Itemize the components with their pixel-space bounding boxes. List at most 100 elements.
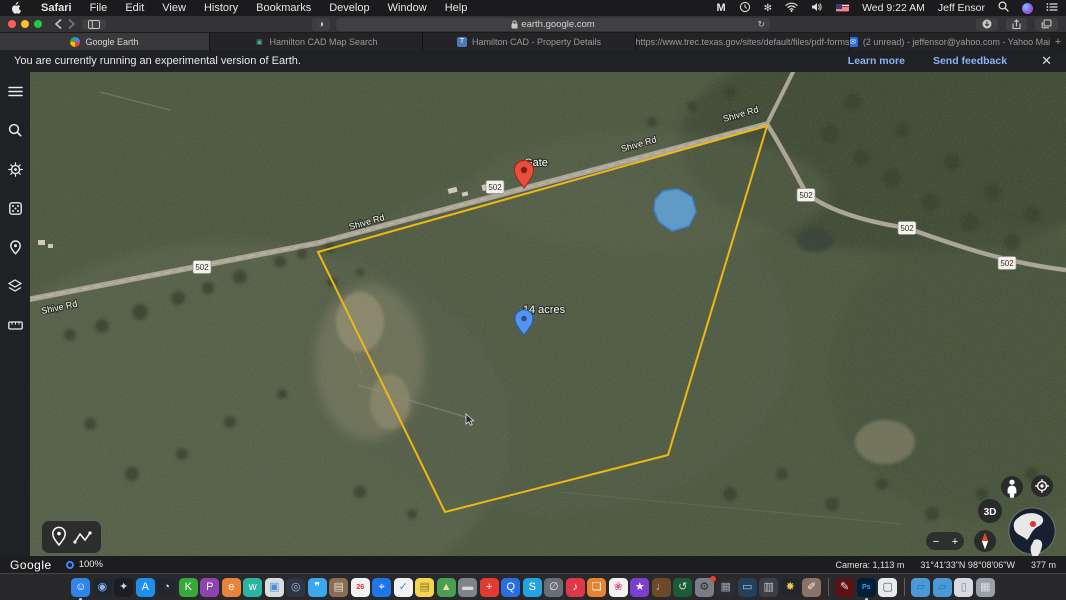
dock-no-sign-icon[interactable]: ∅ bbox=[544, 578, 563, 597]
spotlight-icon[interactable] bbox=[998, 1, 1009, 15]
siri-icon[interactable] bbox=[1022, 3, 1033, 14]
dock-k-app-icon[interactable]: K bbox=[179, 578, 198, 597]
dock-folder-1-icon[interactable]: ▱ bbox=[911, 578, 930, 597]
dock-gauge-icon[interactable]: ◔ bbox=[157, 578, 176, 597]
search-icon[interactable] bbox=[6, 121, 24, 139]
pegman-button[interactable] bbox=[1001, 476, 1023, 498]
dock-finder-icon[interactable]: ☺ bbox=[71, 578, 90, 597]
dock-maps-icon[interactable]: ▲ bbox=[437, 578, 456, 597]
dock-photos-icon[interactable]: ❀ bbox=[609, 578, 628, 597]
tab-label: Hamilton CAD - Property Details bbox=[472, 37, 601, 47]
send-feedback-link[interactable]: Send feedback bbox=[933, 55, 1007, 67]
main-menu-icon[interactable] bbox=[6, 82, 24, 100]
menu-edit[interactable]: Edit bbox=[116, 2, 153, 14]
apple-menu-icon[interactable] bbox=[8, 2, 22, 14]
dock-trash-icon[interactable]: ▦ bbox=[976, 578, 995, 597]
my-location-button[interactable] bbox=[1031, 475, 1053, 497]
dock-notes-icon[interactable]: ▤ bbox=[415, 578, 434, 597]
my-places-icon[interactable] bbox=[6, 238, 24, 256]
3d-button[interactable]: 3D bbox=[978, 499, 1002, 523]
tab-yahoo-mail[interactable]: ✉ (2 unread) - jeffensor@yahoo.com - Yah… bbox=[850, 33, 1050, 50]
dock-contacts-icon[interactable]: ▤ bbox=[329, 578, 348, 597]
dock-launchpad-icon[interactable]: ✦ bbox=[114, 578, 133, 597]
tab-trec-pdf[interactable]: ★ https://www.trec.texas.gov/sites/defau… bbox=[636, 33, 850, 50]
user-menu[interactable]: Jeff Ensor bbox=[938, 2, 985, 14]
menu-safari[interactable]: Safari bbox=[32, 2, 81, 14]
dock-reminders-icon[interactable]: ✓ bbox=[394, 578, 413, 597]
dock-safari-icon[interactable]: ⌖ bbox=[372, 578, 391, 597]
dock-gimp-icon[interactable]: ✐ bbox=[802, 578, 821, 597]
dock-imovie-icon[interactable]: ★ bbox=[630, 578, 649, 597]
dock-truck-app-icon[interactable]: ▬ bbox=[458, 578, 477, 597]
sidebar-toggle-button[interactable] bbox=[82, 19, 106, 30]
wifi-icon[interactable] bbox=[785, 2, 798, 15]
satellite-map[interactable]: 502 502 502 502 502 Shive Rd Shive Rd Sh… bbox=[30, 72, 1066, 556]
dock-books-icon[interactable]: ❏ bbox=[587, 578, 606, 597]
downloads-button[interactable] bbox=[976, 18, 998, 31]
dock-photo-booth-icon[interactable]: ▦ bbox=[716, 578, 735, 597]
dock-folder-2-icon[interactable]: ▱ bbox=[933, 578, 952, 597]
input-language-flag-icon[interactable] bbox=[836, 4, 849, 12]
address-bar[interactable]: earth.google.com ↻ bbox=[336, 18, 770, 31]
dock-preview-icon[interactable]: ▣ bbox=[265, 578, 284, 597]
menu-history[interactable]: History bbox=[195, 2, 247, 14]
close-window-button[interactable] bbox=[8, 20, 16, 28]
menu-bookmarks[interactable]: Bookmarks bbox=[247, 2, 320, 14]
zoom-out-button[interactable]: − bbox=[933, 536, 939, 548]
dock-archive-icon[interactable]: ▥ bbox=[759, 578, 778, 597]
back-button[interactable] bbox=[54, 19, 62, 29]
notification-center-icon[interactable] bbox=[1046, 2, 1058, 15]
menu-develop[interactable]: Develop bbox=[320, 2, 378, 14]
dock-quicktime-icon[interactable]: Q bbox=[501, 578, 520, 597]
zoom-window-button[interactable] bbox=[34, 20, 42, 28]
dock-system-preferences-icon[interactable]: ⚙ bbox=[695, 578, 714, 597]
menu-clock[interactable]: Wed 9:22 AM bbox=[862, 2, 925, 14]
zoom-in-button[interactable]: + bbox=[952, 536, 958, 548]
dock-e-app-icon[interactable]: e bbox=[222, 578, 241, 597]
measure-ruler-icon[interactable] bbox=[6, 316, 24, 334]
map-style-layers-icon[interactable] bbox=[6, 277, 24, 295]
dock-p-app-icon[interactable]: P bbox=[200, 578, 219, 597]
compass-button[interactable] bbox=[974, 530, 996, 552]
dock-messages-icon[interactable]: ❞ bbox=[308, 578, 327, 597]
tab-google-earth[interactable]: Google Earth bbox=[0, 33, 210, 50]
m-logo-icon[interactable]: M bbox=[717, 2, 726, 14]
dock-selection-app-icon[interactable]: ▢ bbox=[878, 578, 897, 597]
dock-pen-app-icon[interactable]: ✎ bbox=[835, 578, 854, 597]
feeling-lucky-dice-icon[interactable] bbox=[6, 199, 24, 217]
menu-view[interactable]: View bbox=[153, 2, 195, 14]
reload-icon[interactable]: ↻ bbox=[757, 19, 765, 30]
dock-skype-icon[interactable]: S bbox=[523, 578, 542, 597]
dock-music-icon[interactable]: ♪ bbox=[566, 578, 585, 597]
dock-garageband-icon[interactable]: ♩ bbox=[652, 578, 671, 597]
menu-window[interactable]: Window bbox=[379, 2, 436, 14]
share-button[interactable] bbox=[1006, 18, 1027, 31]
dock-sparkle-app-icon[interactable]: ✸ bbox=[781, 578, 800, 597]
dock-siri-icon[interactable]: ◉ bbox=[93, 578, 112, 597]
learn-more-link[interactable]: Learn more bbox=[848, 55, 905, 67]
dock-w-app-icon[interactable]: w bbox=[243, 578, 262, 597]
dock-dvd-player-icon[interactable]: ◎ bbox=[286, 578, 305, 597]
tab-hamilton-cad-property-details[interactable]: T Hamilton CAD - Property Details bbox=[423, 33, 636, 50]
voyager-icon[interactable] bbox=[6, 160, 24, 178]
volume-icon[interactable] bbox=[811, 2, 823, 15]
airport-icon[interactable]: ✻ bbox=[764, 3, 772, 14]
tab-hamilton-cad-map-search[interactable]: ▣ Hamilton CAD Map Search bbox=[210, 33, 423, 50]
map-viewport[interactable]: 502 502 502 502 502 Shive Rd Shive Rd Sh… bbox=[30, 72, 1066, 556]
dock-remote-desktop-icon[interactable]: ▭ bbox=[738, 578, 757, 597]
dock-time-machine-icon[interactable]: ↺ bbox=[673, 578, 692, 597]
forward-button[interactable] bbox=[68, 19, 76, 29]
dock-documents-icon[interactable]: ▯ bbox=[954, 578, 973, 597]
banner-close-icon[interactable]: ✕ bbox=[1041, 53, 1052, 69]
privacy-report-button[interactable]: ◑ bbox=[312, 18, 330, 31]
dock-photoshop-icon[interactable]: Ps bbox=[857, 578, 876, 597]
time-machine-menu-icon[interactable] bbox=[739, 1, 751, 16]
new-tab-button[interactable]: + bbox=[1050, 33, 1066, 50]
menu-file[interactable]: File bbox=[81, 2, 117, 14]
dock-calendar-icon[interactable]: 26 bbox=[351, 578, 370, 597]
minimize-window-button[interactable] bbox=[21, 20, 29, 28]
tab-overview-button[interactable] bbox=[1035, 18, 1058, 31]
menu-help[interactable]: Help bbox=[436, 2, 477, 14]
dock-app-store-icon[interactable]: A bbox=[136, 578, 155, 597]
dock-first-aid-icon[interactable]: + bbox=[480, 578, 499, 597]
